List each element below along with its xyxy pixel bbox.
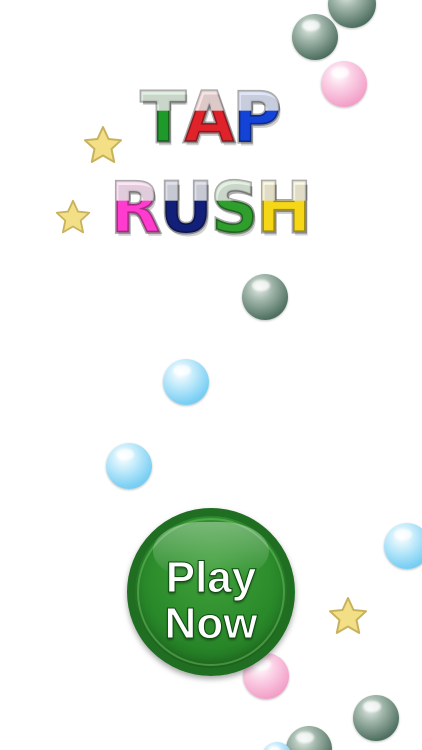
play-now-button[interactable]: Play Now (127, 508, 295, 676)
game-title-line-2: R U S H (0, 172, 422, 244)
grey-bubble[interactable] (292, 14, 338, 60)
star-icon[interactable] (327, 595, 369, 637)
grey-bubble[interactable] (242, 274, 288, 320)
blue-bubble[interactable] (384, 523, 422, 569)
blue-bubble[interactable] (106, 443, 152, 489)
title-letter: S (209, 172, 260, 244)
title-letter: U (158, 172, 215, 244)
title-letter: T (139, 82, 187, 154)
title-letter: R (109, 172, 163, 244)
grey-bubble[interactable] (286, 726, 332, 750)
grey-bubble[interactable] (328, 0, 376, 28)
title-letter: P (231, 82, 282, 154)
game-title-screen: T A P R U S H Play Now (0, 0, 422, 750)
game-title-line-1: T A P (0, 82, 422, 154)
title-letter: H (255, 172, 313, 244)
title-letter: A (182, 82, 236, 154)
play-button-label-line-1: Play (165, 553, 257, 602)
grey-bubble[interactable] (353, 695, 399, 741)
play-button-label-line-2: Now (164, 599, 258, 648)
blue-bubble[interactable] (163, 359, 209, 405)
